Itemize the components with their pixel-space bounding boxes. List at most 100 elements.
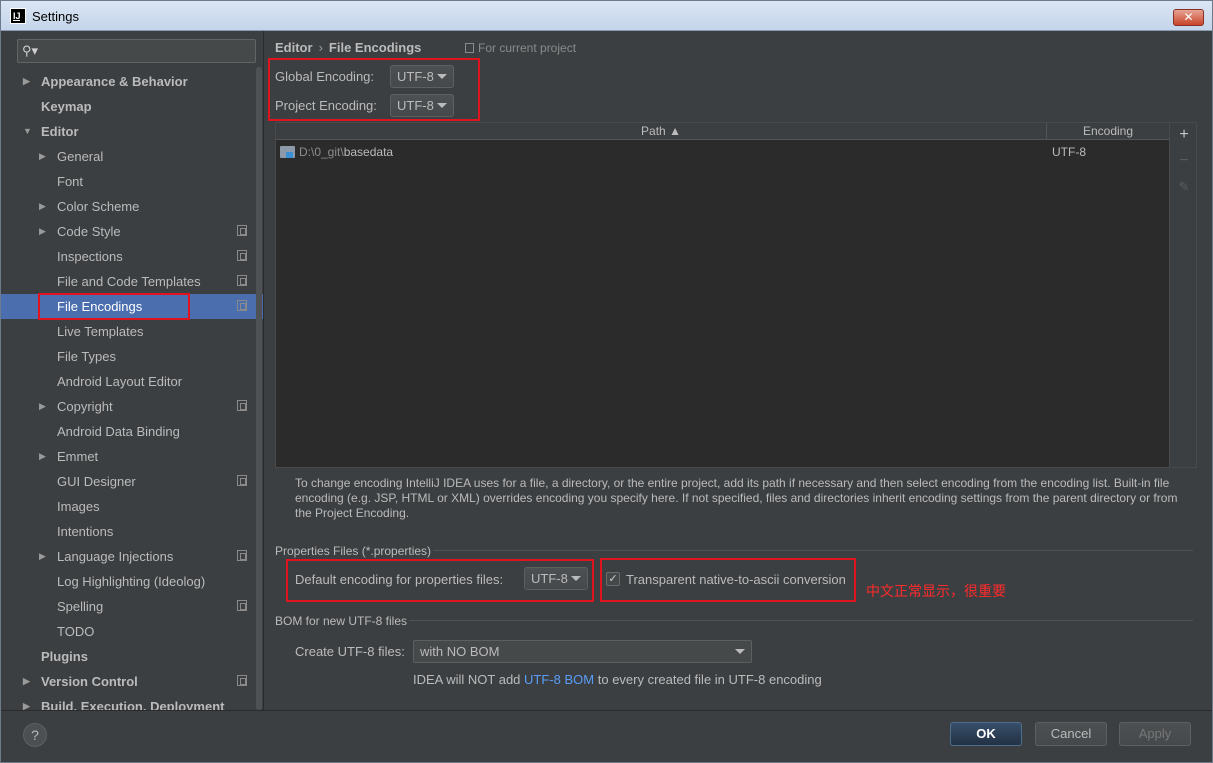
- sidebar-item-android-layout-editor[interactable]: Android Layout Editor: [1, 369, 263, 394]
- search-input[interactable]: ⚲▾: [17, 39, 256, 63]
- chevron-down-icon[interactable]: ▼: [23, 119, 32, 144]
- sidebar-item-label: Version Control: [41, 674, 138, 689]
- annotation-text: 中文正常显示，很重要: [866, 583, 1006, 599]
- bom-separator: [409, 620, 1193, 621]
- settings-window: IJ Settings ✕ ⚲▾ ▶ Appearance & Behavior K…: [0, 0, 1213, 763]
- sidebar-item-file-and-code-templates[interactable]: File and Code Templates: [1, 269, 263, 294]
- row-path: D:\0_git\basedata: [299, 142, 393, 162]
- sidebar-item-label: Spelling: [57, 599, 104, 614]
- chevron-right-icon[interactable]: ▶: [23, 69, 30, 94]
- chevron-right-icon[interactable]: ▶: [23, 669, 30, 694]
- utf8-bom-link[interactable]: UTF-8 BOM: [524, 672, 594, 687]
- sidebar-item-label: Plugins: [41, 649, 88, 664]
- sidebar-item-plugins[interactable]: Plugins: [1, 644, 263, 669]
- project-scope-icon: [237, 475, 247, 486]
- transparent-conversion-checkbox[interactable]: ✓: [606, 572, 620, 586]
- project-encoding-select[interactable]: UTF-8: [390, 94, 454, 117]
- sidebar-item-label: Appearance & Behavior: [41, 74, 188, 89]
- chevron-right-icon[interactable]: ▶: [39, 219, 46, 244]
- description-text: To change encoding IntelliJ IDEA uses fo…: [295, 476, 1178, 520]
- sidebar-item-label: Editor: [41, 124, 79, 139]
- edit-icon[interactable]: ✎: [1176, 179, 1192, 195]
- chevron-down-icon: [735, 649, 745, 654]
- breadcrumb: Editor › File Encodings: [275, 40, 421, 55]
- sidebar-item-version-control[interactable]: ▶ Version Control: [1, 669, 263, 694]
- sidebar-item-label: Inspections: [57, 249, 123, 264]
- project-scope-icon: [465, 43, 474, 53]
- table-toolbar: + − ✎: [1171, 122, 1197, 468]
- add-icon[interactable]: +: [1176, 127, 1192, 143]
- sidebar-item-emmet[interactable]: ▶ Emmet: [1, 444, 263, 469]
- project-scope-icon: [237, 300, 247, 311]
- sidebar-item-intentions[interactable]: Intentions: [1, 519, 263, 544]
- chevron-right-icon[interactable]: ▶: [23, 694, 30, 710]
- breadcrumb-file-encodings: File Encodings: [328, 40, 422, 55]
- sidebar-item-code-style[interactable]: ▶ Code Style: [1, 219, 263, 244]
- sidebar-item-label: Live Templates: [57, 324, 144, 339]
- chevron-right-icon[interactable]: ▶: [39, 144, 46, 169]
- sidebar-item-appearance-behavior[interactable]: ▶ Appearance & Behavior: [1, 69, 263, 94]
- sidebar-item-general[interactable]: ▶ General: [1, 144, 263, 169]
- sidebar-item-color-scheme[interactable]: ▶ Color Scheme: [1, 194, 263, 219]
- remove-icon[interactable]: −: [1176, 153, 1192, 169]
- global-encoding-select[interactable]: UTF-8: [390, 65, 454, 88]
- sidebar-item-inspections[interactable]: Inspections: [1, 244, 263, 269]
- sidebar-item-file-encodings[interactable]: File Encodings: [1, 293, 263, 320]
- column-header-encoding[interactable]: Encoding: [1047, 123, 1169, 140]
- sidebar-item-editor[interactable]: ▼ Editor: [1, 119, 263, 144]
- sidebar-item-spelling[interactable]: Spelling: [1, 594, 263, 619]
- sidebar-item-build-execution-deployment[interactable]: ▶ Build, Execution, Deployment: [1, 694, 263, 710]
- chevron-down-icon: [437, 74, 447, 79]
- column-header-path[interactable]: Path ▲: [276, 123, 1047, 140]
- sidebar-item-android-data-binding[interactable]: Android Data Binding: [1, 419, 263, 444]
- sidebar-item-label: Font: [57, 174, 84, 189]
- sidebar-item-label: General: [57, 149, 104, 164]
- sidebar-item-log-highlighting-ideolog[interactable]: Log Highlighting (Ideolog): [1, 569, 263, 594]
- bom-value: with NO BOM: [420, 644, 500, 659]
- chevron-right-icon[interactable]: ▶: [39, 444, 46, 469]
- row-encoding[interactable]: UTF-8: [1052, 142, 1086, 162]
- project-encoding-value: UTF-8: [397, 98, 434, 113]
- properties-encoding-select[interactable]: UTF-8: [524, 567, 588, 590]
- sidebar-item-label: Keymap: [41, 99, 92, 114]
- bom-note-post: to every created file in UTF-8 encoding: [597, 672, 822, 687]
- sidebar-item-font[interactable]: Font: [1, 169, 263, 194]
- close-button[interactable]: ✕: [1173, 9, 1204, 26]
- sidebar-item-label: Color Scheme: [57, 199, 140, 214]
- project-scope-icon: [237, 275, 247, 286]
- project-scope-icon: [237, 675, 247, 686]
- chevron-right-icon[interactable]: ▶: [39, 394, 46, 419]
- bom-select[interactable]: with NO BOM: [413, 640, 752, 663]
- sidebar-item-label: Code Style: [57, 224, 121, 239]
- sidebar-item-live-templates[interactable]: Live Templates: [1, 319, 263, 344]
- sidebar-item-todo[interactable]: TODO: [1, 619, 263, 644]
- scope-hint-text: For current project: [478, 41, 577, 55]
- sidebar-item-label: Emmet: [57, 449, 99, 464]
- chevron-right-icon[interactable]: ▶: [39, 544, 46, 569]
- cancel-button[interactable]: Cancel: [1035, 722, 1107, 746]
- table-row[interactable]: D:\0_git\basedata UTF-8: [276, 142, 1169, 162]
- bom-note-pre: IDEA will NOT add: [413, 672, 521, 687]
- sidebar-item-language-injections[interactable]: ▶ Language Injections: [1, 544, 263, 569]
- sidebar-item-file-types[interactable]: File Types: [1, 344, 263, 369]
- properties-default-encoding-label: Default encoding for properties files:: [295, 572, 504, 587]
- sidebar-item-label: Android Layout Editor: [57, 374, 183, 389]
- sidebar-item-images[interactable]: Images: [1, 494, 263, 519]
- apply-button[interactable]: Apply: [1119, 722, 1191, 746]
- sidebar-item-label: Language Injections: [57, 549, 174, 564]
- table-header: Path ▲ Encoding: [276, 123, 1169, 140]
- sidebar-item-label: File Types: [57, 349, 117, 364]
- global-encoding-value: UTF-8: [397, 69, 434, 84]
- intellij-app-icon: IJ: [10, 8, 26, 24]
- sidebar-item-label: TODO: [57, 624, 95, 639]
- sidebar-item-copyright[interactable]: ▶ Copyright: [1, 394, 263, 419]
- title-bar: IJ Settings ✕: [1, 1, 1212, 31]
- transparent-conversion-label[interactable]: Transparent native-to-ascii conversion: [626, 572, 846, 587]
- sidebar-scrollbar[interactable]: [256, 67, 262, 710]
- ok-button[interactable]: OK: [950, 722, 1022, 746]
- chevron-right-icon[interactable]: ▶: [39, 194, 46, 219]
- sidebar-item-gui-designer[interactable]: GUI Designer: [1, 469, 263, 494]
- sidebar-item-keymap[interactable]: Keymap: [1, 94, 263, 119]
- help-button[interactable]: ?: [23, 723, 47, 747]
- project-scope-icon: [237, 225, 247, 236]
